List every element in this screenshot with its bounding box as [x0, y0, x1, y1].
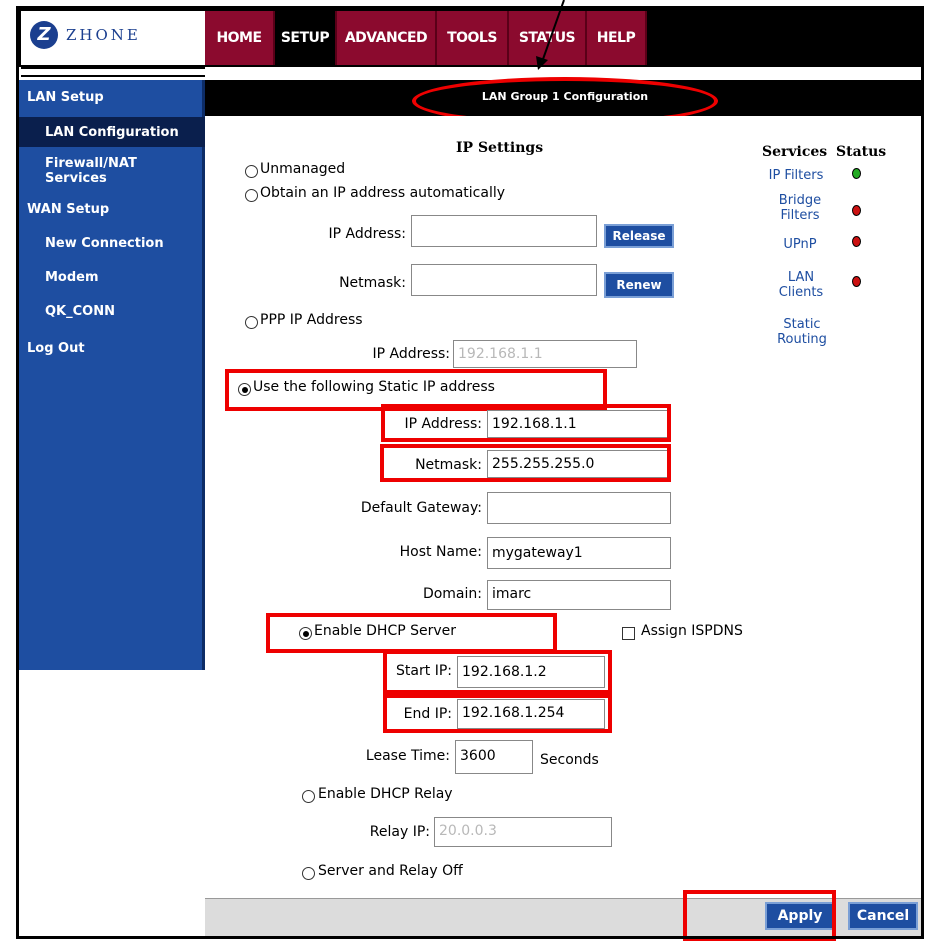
- dynamic-ip-address-label: IP Address:: [328, 226, 407, 242]
- zhone-logo-icon: Z: [30, 21, 58, 49]
- radio-obtain-auto[interactable]: [245, 189, 258, 202]
- upnp-status-icon: [852, 236, 861, 247]
- lease-time-label: Lease Time:: [365, 748, 450, 764]
- ip-filters-status-icon: [852, 168, 861, 179]
- sidebar-item-wan-setup[interactable]: WAN Setup: [27, 202, 109, 217]
- radio-unmanaged[interactable]: [245, 165, 258, 178]
- radio-server-relay-off[interactable]: [302, 867, 315, 880]
- dynamic-netmask-label: Netmask:: [339, 275, 406, 291]
- radio-ppp[interactable]: [245, 316, 258, 329]
- sidebar-item-lan-configuration[interactable]: LAN Configuration: [45, 125, 179, 140]
- domain-label: Domain:: [422, 586, 482, 602]
- ppp-ip-address-label: IP Address:: [372, 346, 451, 362]
- logo-text: ZHONE: [66, 26, 141, 44]
- status-heading: Status: [836, 144, 887, 160]
- assign-ispdns-checkbox[interactable]: [622, 627, 635, 640]
- lease-time-unit: Seconds: [540, 752, 599, 768]
- host-name-input[interactable]: mygateway1: [487, 537, 671, 569]
- service-ip-filters-link[interactable]: IP Filters: [762, 168, 830, 183]
- start-ip-highlight: [383, 650, 612, 694]
- server-relay-off-label: Server and Relay Off: [318, 863, 463, 879]
- host-name-label: Host Name:: [399, 544, 482, 560]
- obtain-auto-label: Obtain an IP address automatically: [260, 185, 506, 201]
- relay-ip-label: Relay IP:: [369, 824, 430, 840]
- cancel-button[interactable]: Cancel: [848, 902, 918, 930]
- tab-tools[interactable]: TOOLS: [437, 11, 509, 65]
- static-netmask-highlight: [380, 444, 671, 482]
- ppp-ip-address-input[interactable]: 192.168.1.1: [453, 340, 637, 368]
- dhcp-server-highlight: [266, 613, 557, 653]
- assign-ispdns-label: Assign ISPDNS: [641, 623, 743, 639]
- lan-clients-status-icon: [852, 276, 861, 287]
- sidebar-item-log-out[interactable]: Log Out: [27, 341, 85, 356]
- apply-highlight: [683, 890, 836, 941]
- renew-button[interactable]: Renew: [604, 272, 674, 298]
- default-gateway-label: Default Gateway:: [360, 500, 482, 516]
- service-lan-clients-link[interactable]: LAN Clients: [776, 270, 826, 300]
- tab-help[interactable]: HELP: [587, 11, 647, 65]
- tab-advanced[interactable]: ADVANCED: [337, 11, 437, 65]
- bridge-filters-status-icon: [852, 205, 861, 216]
- ppp-label: PPP IP Address: [260, 312, 363, 328]
- services-heading: Services: [762, 144, 828, 160]
- sidebar-item-new-connection[interactable]: New Connection: [45, 236, 164, 251]
- unmanaged-label: Unmanaged: [260, 161, 346, 177]
- release-button[interactable]: Release: [604, 224, 674, 248]
- sidebar-item-firewall-nat[interactable]: Firewall/NAT Services: [45, 156, 165, 186]
- annotation-arrow-icon: [536, 0, 565, 70]
- service-bridge-filters-link[interactable]: Bridge Filters: [772, 193, 828, 223]
- tab-setup[interactable]: SETUP: [275, 11, 337, 65]
- ip-settings-heading: IP Settings: [456, 140, 544, 156]
- enable-dhcp-relay-label: Enable DHCP Relay: [318, 786, 453, 802]
- static-ip-address-highlight: [381, 404, 671, 442]
- sidebar-item-modem[interactable]: Modem: [45, 270, 99, 285]
- end-ip-highlight: [383, 694, 612, 733]
- domain-input[interactable]: imarc: [487, 580, 671, 610]
- tab-home[interactable]: HOME: [205, 11, 275, 65]
- logo-underline: [21, 67, 205, 77]
- sidebar-item-qk-conn[interactable]: QK_CONN: [45, 304, 115, 319]
- radio-enable-dhcp-relay[interactable]: [302, 790, 315, 803]
- sidebar-item-lan-setup[interactable]: LAN Setup: [27, 90, 104, 105]
- dynamic-netmask-input[interactable]: [411, 264, 597, 296]
- lease-time-input[interactable]: 3600: [455, 740, 533, 774]
- relay-ip-input[interactable]: 20.0.0.3: [434, 817, 612, 847]
- dynamic-ip-address-input[interactable]: [411, 215, 597, 247]
- default-gateway-input[interactable]: [487, 492, 671, 524]
- service-upnp-link[interactable]: UPnP: [772, 237, 828, 252]
- service-static-routing-link[interactable]: Static Routing: [772, 317, 832, 347]
